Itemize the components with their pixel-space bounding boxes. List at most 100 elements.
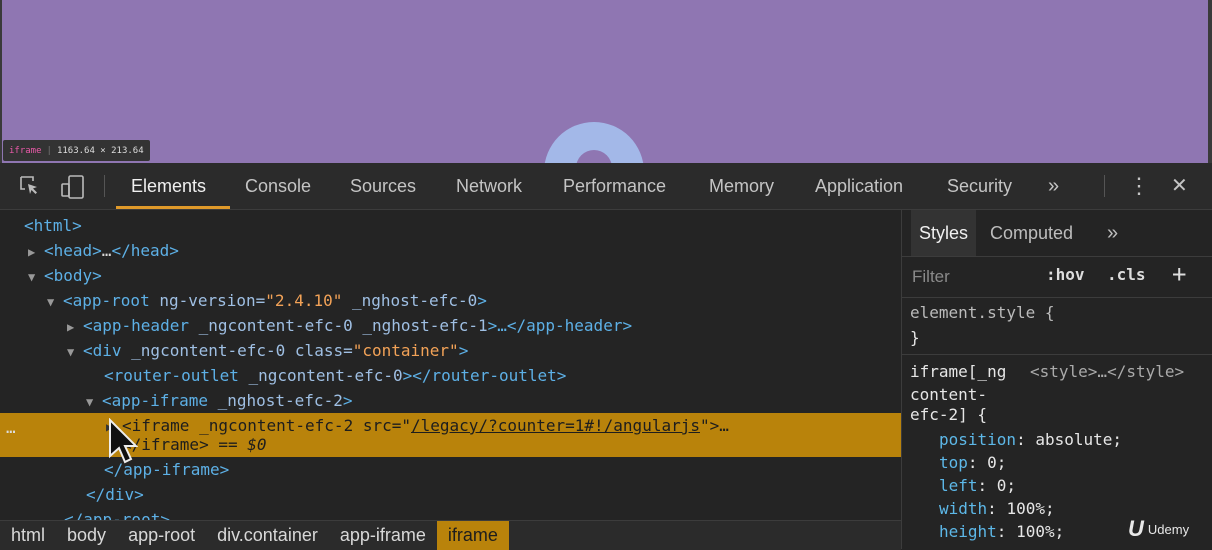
toolbar-divider [104, 175, 105, 197]
css-prop-name: width [939, 499, 988, 518]
dom-node-head-dots: … [101, 241, 112, 260]
breadcrumb-app-iframe[interactable]: app-iframe [329, 521, 437, 550]
tab-application[interactable]: Application [815, 163, 903, 209]
css-prop-left[interactable]: left: 0; [939, 474, 1016, 497]
css-prop-value: absolute; [1035, 430, 1123, 449]
customize-menu-icon[interactable]: ⋮ [1128, 163, 1150, 209]
dom-node-router-outlet[interactable]: <router-outlet _ngcontent-efc-0></router… [104, 363, 566, 388]
expand-arrow-icon[interactable]: ▶ [67, 315, 83, 340]
tab-computed[interactable]: Computed [990, 210, 1073, 256]
dom-attr-src-link[interactable]: /legacy/?counter=1#!/angularjs [411, 416, 700, 435]
dom-attr-name: _ngcontent-efc-0 class= [121, 341, 353, 360]
tab-sources[interactable]: Sources [350, 163, 416, 209]
css-prop-width[interactable]: width: 100%; [939, 497, 1055, 520]
devtools-tab-bar: Elements Console Sources Network Perform… [0, 163, 1212, 210]
dom-node-app-iframe[interactable]: ▼ <app-iframe _nghost-efc-2> [86, 388, 352, 413]
element-inspect-tooltip: iframe | 1163.64 × 213.64 [3, 140, 150, 161]
class-toggle[interactable]: .cls [1107, 265, 1146, 284]
tab-console[interactable]: Console [245, 163, 311, 209]
css-prop-name: top [939, 453, 968, 472]
selector-part: iframe[_ng [910, 362, 1007, 381]
dom-attr-name: _nghost-efc-2 [207, 391, 343, 410]
dom-node-div-close-tag: </div> [86, 485, 144, 504]
tab-performance[interactable]: Performance [563, 163, 666, 209]
close-devtools-icon[interactable]: ✕ [1171, 163, 1188, 209]
dom-tag-end: > [342, 391, 353, 410]
css-prop-value: 0; [996, 476, 1017, 495]
styles-tab-bar: Styles Computed » [902, 210, 1212, 257]
dom-node-head-open: <head> [44, 241, 102, 260]
breadcrumb: html body app-root div.container app-ifr… [0, 520, 901, 550]
udemy-logo-icon: U [1128, 516, 1144, 541]
collapse-arrow-icon[interactable]: ▼ [86, 390, 102, 415]
viewport-right-border [1208, 0, 1212, 163]
dom-tag-end: >…</app-header> [487, 316, 633, 335]
dom-attr-name: _nghost-efc-0 [342, 291, 478, 310]
dom-attr-value: "2.4.10" [265, 291, 343, 310]
element-style-selector[interactable]: element.style { [910, 301, 1055, 324]
breadcrumb-app-root[interactable]: app-root [117, 521, 206, 550]
element-style-close-brace: } [910, 328, 920, 347]
collapse-arrow-icon[interactable]: ▼ [28, 265, 44, 290]
styles-filter-row: :hov .cls + [902, 257, 1212, 298]
row-actions-ellipsis[interactable]: … [6, 418, 16, 437]
dom-node-body[interactable]: ▼ <body> [28, 263, 102, 288]
device-toolbar-icon[interactable] [60, 174, 84, 199]
inspect-element-icon[interactable] [18, 174, 42, 198]
tab-elements[interactable]: Elements [131, 163, 206, 209]
breadcrumb-div-container[interactable]: div.container [206, 521, 329, 550]
rule-source-link[interactable]: <style>…</style> [1030, 360, 1184, 383]
collapse-arrow-icon[interactable]: ▼ [67, 340, 83, 365]
breadcrumb-iframe[interactable]: iframe [436, 521, 509, 550]
expand-arrow-icon[interactable]: ▶ [28, 240, 44, 265]
css-prop-value: 0; [987, 453, 1007, 472]
elements-dom-tree: … <html> ▶ <head>…</head> ▼ <body> ▼ <app-r… [0, 210, 901, 520]
tooltip-separator: | [46, 145, 52, 156]
dom-node-div-close[interactable]: </div> [86, 482, 144, 507]
dom-tag-end: > [458, 341, 469, 360]
dom-attr-quote: " [699, 416, 710, 435]
dom-node-head[interactable]: ▶ <head>…</head> [28, 238, 179, 263]
active-tab-underline [116, 206, 230, 209]
css-prop-top[interactable]: top: 0; [939, 451, 1006, 474]
tab-styles[interactable]: Styles [911, 210, 977, 256]
dom-tag-end: >… [709, 416, 729, 435]
breadcrumb-html[interactable]: html [0, 521, 56, 550]
css-prop-position[interactable]: position: absolute; [939, 428, 1122, 451]
dom-node-body-tag: <body> [44, 266, 102, 285]
styles-more-tabs-icon[interactable]: » [1107, 210, 1118, 256]
mouse-cursor-icon [109, 418, 138, 464]
dom-node-app-header[interactable]: ▶ <app-header _ngcontent-efc-0 _nghost-ef… [67, 313, 632, 338]
dom-node-html-tag: <html> [24, 216, 82, 235]
more-tabs-icon[interactable]: » [1048, 163, 1059, 209]
dom-attr-name: ng-version= [149, 291, 266, 310]
css-prop-height[interactable]: height: 100%; [939, 520, 1064, 543]
css-prop-value: 100%; [1016, 522, 1065, 541]
viewport-left-border [0, 0, 2, 163]
iframe-rule-selector[interactable]: iframe[_ng [910, 360, 1006, 383]
dom-attr-name: _ngcontent-efc-0 _nghost-efc-1 [188, 316, 488, 335]
css-prop-name: position [939, 430, 1017, 449]
hover-state-toggle[interactable]: :hov [1046, 265, 1085, 284]
dom-node-app-root-close[interactable]: </app-root> [64, 507, 170, 520]
udemy-watermark: U Udemy [1128, 516, 1189, 542]
dom-node-iframe-close[interactable]: </iframe> == $0 [122, 432, 267, 457]
dom-node-app-header-tag: <app-header [83, 316, 189, 335]
breadcrumb-body[interactable]: body [56, 521, 117, 550]
tab-memory[interactable]: Memory [709, 163, 774, 209]
dom-attr-name: _ngcontent-efc-0 [238, 366, 403, 385]
new-style-rule-icon[interactable]: + [1172, 260, 1186, 288]
tab-security[interactable]: Security [947, 163, 1012, 209]
rule-separator [902, 354, 1212, 355]
dom-node-app-root[interactable]: ▼ <app-root ng-version="2.4.10" _nghost-e… [47, 288, 487, 313]
dom-node-div-container[interactable]: ▼ <div _ngcontent-efc-0 class="container"… [67, 338, 468, 363]
dom-node-app-iframe-tag: <app-iframe [102, 391, 208, 410]
dom-node-html[interactable]: <html> [24, 213, 82, 238]
dom-console-ref: == $0 [208, 435, 267, 454]
dom-node-div-tag: <div [83, 341, 122, 360]
selector-end: efc-2] { [910, 405, 988, 424]
loading-spinner [544, 122, 644, 163]
collapse-arrow-icon[interactable]: ▼ [47, 290, 63, 315]
styles-filter-input[interactable] [910, 263, 1034, 291]
tab-network[interactable]: Network [456, 163, 522, 209]
